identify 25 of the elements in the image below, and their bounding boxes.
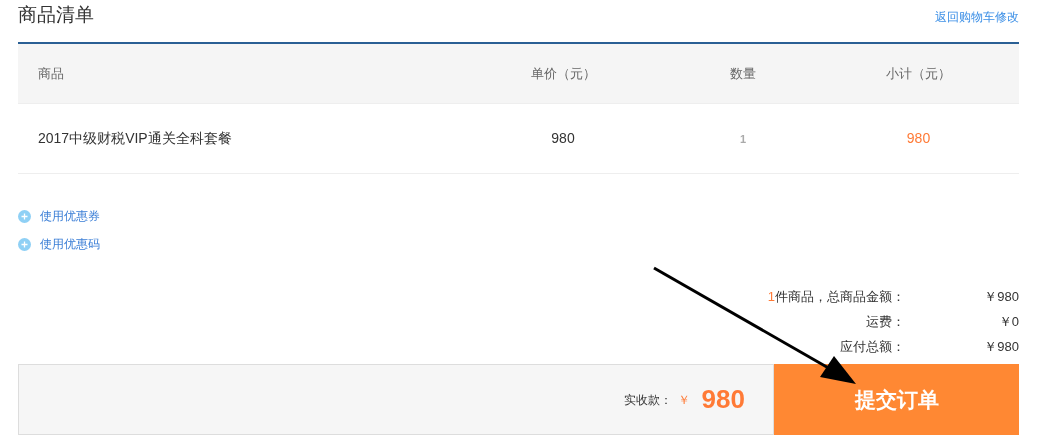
subtotal: 980 xyxy=(906,130,931,146)
quantity: 1 xyxy=(739,133,747,146)
summary-value: ￥980 xyxy=(984,288,1019,304)
currency-symbol: ￥ xyxy=(677,391,690,409)
submit-order-button[interactable]: 提交订单 xyxy=(774,364,1019,435)
summary-label: 应付总额： xyxy=(840,337,905,356)
section-title: 商品清单 xyxy=(18,5,94,24)
payment-label: 实收款： xyxy=(623,391,672,409)
column-header: 小计（元） xyxy=(885,64,952,83)
plus-icon[interactable] xyxy=(18,209,31,223)
summary-value: ￥0 xyxy=(998,313,1019,329)
summary-label: 件商品，总商品金额： xyxy=(775,287,905,306)
coupon-link[interactable]: 使用优惠券 xyxy=(40,207,100,225)
column-header: 商品 xyxy=(37,64,65,83)
payment-amount: 980 xyxy=(701,383,745,416)
back-to-cart-link[interactable]: 返回购物车修改 xyxy=(935,8,1019,26)
item-count: 1 xyxy=(767,287,775,306)
coupon-link[interactable]: 使用优惠码 xyxy=(40,235,100,253)
column-header: 单价（元） xyxy=(529,64,597,83)
product-name: 2017中级财税VIP通关全科套餐 xyxy=(38,130,232,146)
unit-price: 980 xyxy=(551,130,575,146)
plus-icon[interactable] xyxy=(18,237,31,251)
column-header: 数量 xyxy=(729,64,757,83)
summary-label: 运费： xyxy=(866,312,905,331)
summary-value: ￥980 xyxy=(984,338,1019,354)
